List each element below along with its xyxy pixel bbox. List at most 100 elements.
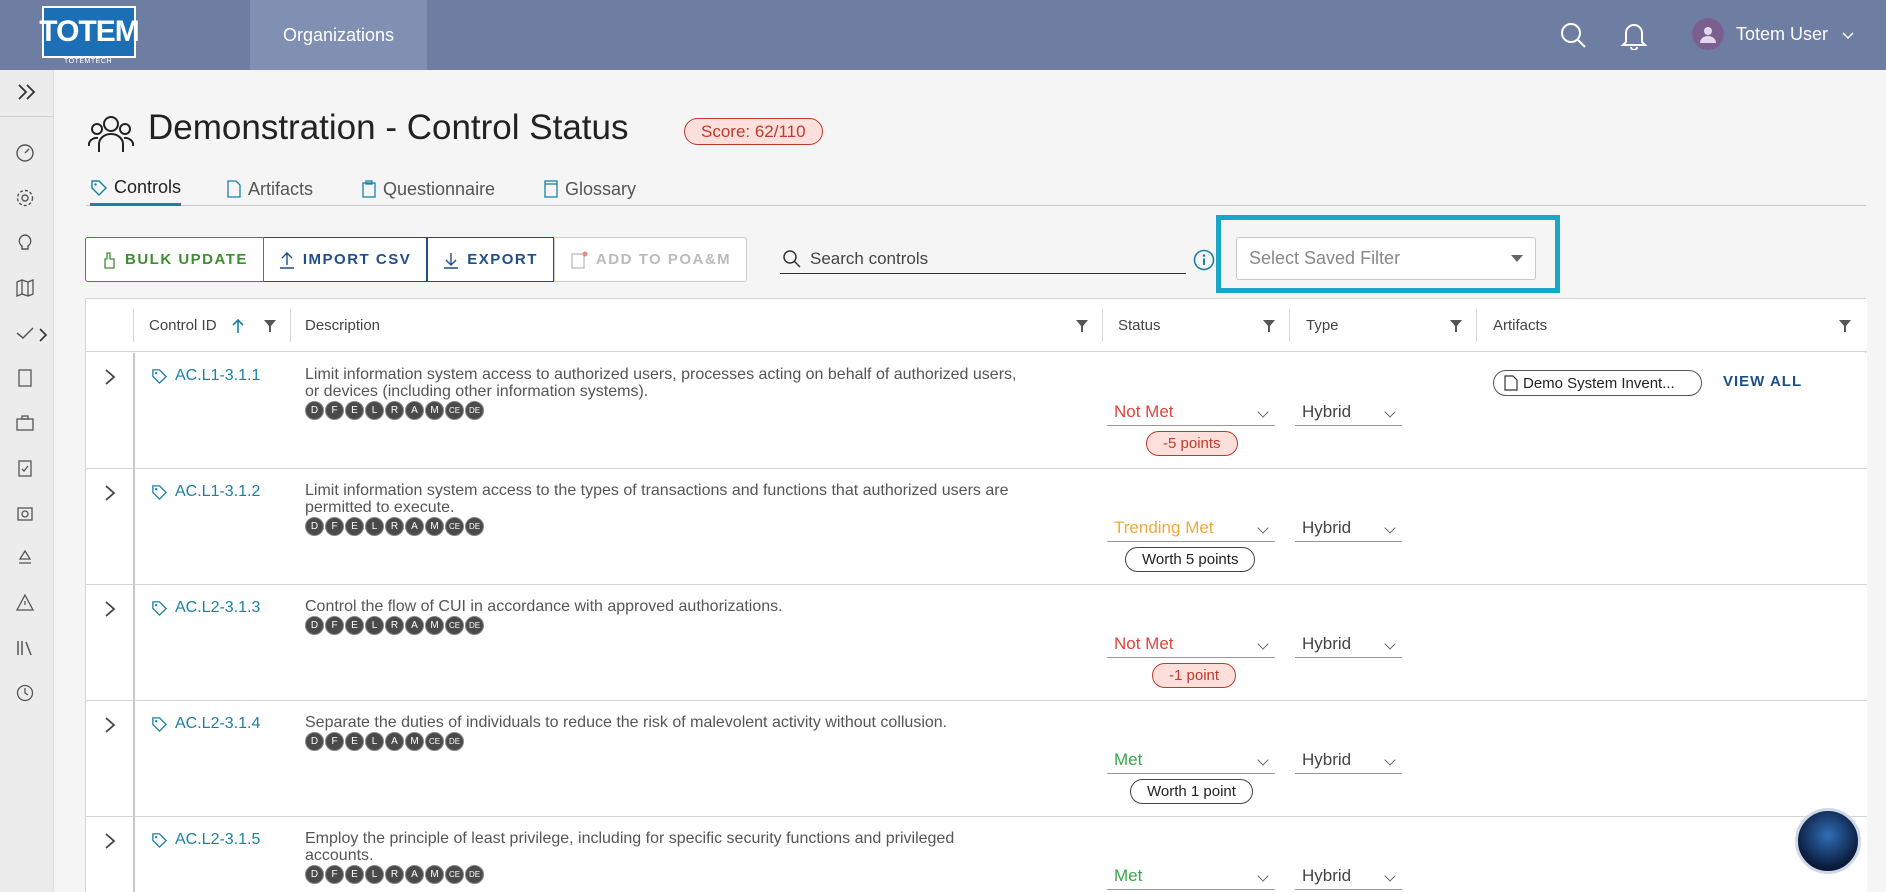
tab-glossary[interactable]: Glossary — [543, 172, 636, 206]
practice-badge[interactable]: A — [405, 616, 424, 635]
document-icon[interactable] — [14, 367, 36, 389]
type-select[interactable]: Hybrid — [1295, 863, 1402, 890]
practice-badge[interactable]: F — [325, 865, 344, 884]
type-select[interactable]: Hybrid — [1295, 399, 1402, 426]
camera-icon[interactable] — [14, 502, 36, 524]
bell-icon[interactable] — [1617, 18, 1651, 52]
user-menu[interactable]: Totem User — [1692, 16, 1854, 52]
practice-badge[interactable]: D — [305, 401, 324, 420]
practice-badge[interactable]: M — [425, 517, 444, 536]
practice-badge[interactable]: DE — [445, 732, 464, 751]
practice-badge[interactable]: A — [385, 732, 404, 751]
filter-icon[interactable] — [1075, 319, 1089, 333]
control-id-link[interactable]: AC.L1-3.1.2 — [151, 483, 260, 501]
practice-badge[interactable]: DE — [465, 517, 484, 536]
tab-questionnaire[interactable]: Questionnaire — [361, 172, 495, 206]
practice-badge[interactable]: A — [405, 401, 424, 420]
chevron-right-icon[interactable] — [100, 599, 120, 619]
chevron-right-icon[interactable] — [100, 367, 120, 387]
info-icon[interactable] — [1193, 249, 1215, 271]
practice-badge[interactable]: D — [305, 865, 324, 884]
control-id-link[interactable]: AC.L2-3.1.4 — [151, 715, 260, 733]
organizations-tab[interactable]: Organizations — [250, 0, 427, 70]
practice-badge[interactable]: A — [405, 865, 424, 884]
practice-badge[interactable]: E — [345, 517, 364, 536]
practice-badge[interactable]: R — [385, 517, 404, 536]
chevron-right-icon[interactable] — [100, 831, 120, 851]
gear-icon[interactable] — [14, 187, 36, 209]
column-header-artifacts[interactable]: Artifacts — [1493, 299, 1547, 352]
practice-badge[interactable]: DE — [465, 865, 484, 884]
practice-badge[interactable]: DE — [465, 401, 484, 420]
status-select[interactable]: Met — [1107, 747, 1275, 774]
practice-badge[interactable]: L — [365, 401, 384, 420]
practice-badge[interactable]: F — [325, 517, 344, 536]
practice-badge[interactable]: D — [305, 517, 324, 536]
artifact-chip[interactable]: Demo System Invent... — [1493, 370, 1702, 396]
practice-badge[interactable]: R — [385, 865, 404, 884]
library-icon[interactable] — [14, 637, 36, 659]
practice-badge[interactable]: L — [365, 732, 384, 751]
checkmark-icon[interactable] — [14, 322, 36, 344]
type-select[interactable]: Hybrid — [1295, 515, 1402, 542]
practice-badge[interactable]: CE — [445, 401, 464, 420]
history-icon[interactable] — [14, 682, 36, 704]
type-select[interactable]: Hybrid — [1295, 631, 1402, 658]
filter-icon[interactable] — [1262, 319, 1276, 333]
chevron-right-icon[interactable] — [36, 324, 50, 346]
chevron-right-icon[interactable] — [100, 483, 120, 503]
practice-badge[interactable]: M — [405, 732, 424, 751]
practice-badge[interactable]: CE — [425, 732, 444, 751]
status-select[interactable]: Trending Met — [1107, 515, 1275, 542]
status-select[interactable]: Not Met — [1107, 631, 1275, 658]
expand-sidebar-icon[interactable] — [12, 80, 42, 104]
totem-logo[interactable]: TOTEM TOTEMTECH — [39, 6, 140, 65]
practice-badge[interactable]: M — [425, 865, 444, 884]
practice-badge[interactable]: E — [345, 401, 364, 420]
view-all-link[interactable]: VIEW ALL — [1723, 373, 1802, 390]
practice-badge[interactable]: R — [385, 616, 404, 635]
table-row[interactable]: AC.L1-3.1.2 Limit information system acc… — [86, 469, 1867, 585]
clipboard-check-icon[interactable] — [14, 457, 36, 479]
practice-badge[interactable]: CE — [445, 865, 464, 884]
filter-icon[interactable] — [263, 319, 277, 333]
control-id-link[interactable]: AC.L2-3.1.3 — [151, 599, 260, 617]
control-id-link[interactable]: AC.L1-3.1.1 — [151, 367, 260, 385]
import-csv-button[interactable]: IMPORT CSV — [263, 237, 428, 282]
table-row[interactable]: AC.L1-3.1.1 Limit information system acc… — [86, 353, 1867, 469]
practice-badge[interactable]: L — [365, 616, 384, 635]
practice-badge[interactable]: F — [325, 401, 344, 420]
practice-badge[interactable]: E — [345, 732, 364, 751]
practice-badge[interactable]: CE — [445, 517, 464, 536]
practice-badge[interactable]: L — [365, 517, 384, 536]
add-to-poam-button[interactable]: ADD TO POA&M — [553, 237, 748, 282]
recycle-icon[interactable] — [14, 547, 36, 569]
sort-ascending-icon[interactable] — [231, 318, 245, 334]
briefcase-icon[interactable] — [14, 412, 36, 434]
help-assistant-button[interactable] — [1795, 808, 1861, 874]
chevron-right-icon[interactable] — [100, 715, 120, 735]
practice-badge[interactable]: F — [325, 732, 344, 751]
search-field[interactable] — [780, 244, 1186, 274]
filter-icon[interactable] — [1449, 319, 1463, 333]
practice-badge[interactable]: R — [385, 401, 404, 420]
practice-badge[interactable]: A — [405, 517, 424, 536]
search-input[interactable] — [810, 248, 1170, 269]
practice-badge[interactable]: E — [345, 865, 364, 884]
practice-badge[interactable]: DE — [465, 616, 484, 635]
table-row[interactable]: AC.L2-3.1.4 Separate the duties of indiv… — [86, 701, 1867, 817]
control-id-link[interactable]: AC.L2-3.1.5 — [151, 831, 260, 849]
type-select[interactable]: Hybrid — [1295, 747, 1402, 774]
practice-badge[interactable]: E — [345, 616, 364, 635]
tab-controls[interactable]: Controls — [90, 172, 182, 206]
warning-icon[interactable] — [14, 592, 36, 614]
practice-badge[interactable]: CE — [445, 616, 464, 635]
column-header-description[interactable]: Description — [305, 299, 380, 352]
saved-filter-select[interactable]: Select Saved Filter — [1236, 237, 1536, 280]
practice-badge[interactable]: D — [305, 616, 324, 635]
status-select[interactable]: Not Met — [1107, 399, 1275, 426]
status-select[interactable]: Met — [1107, 863, 1275, 890]
dashboard-icon[interactable] — [14, 142, 36, 164]
search-icon[interactable] — [1556, 18, 1590, 52]
column-header-type[interactable]: Type — [1306, 299, 1339, 352]
